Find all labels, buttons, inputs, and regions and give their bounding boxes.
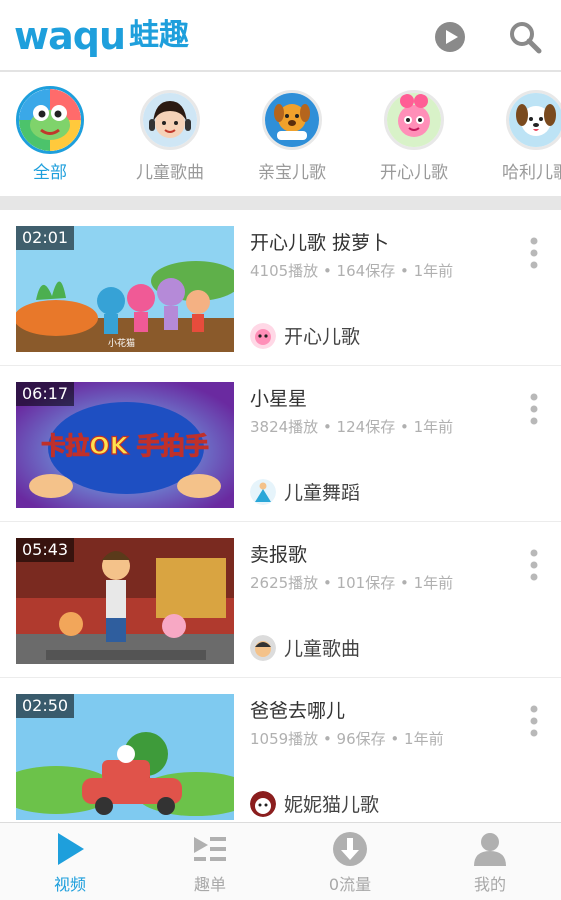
logo-cn-text: 蛙趣 (129, 18, 190, 53)
category-all[interactable]: 全部 (0, 86, 100, 183)
channel-name: 妮妮猫儿歌 (284, 794, 380, 816)
category-avatar (384, 90, 444, 150)
video-channel[interactable]: 妮妮猫儿歌 (250, 790, 379, 817)
nav-tab-me[interactable]: 我的 (420, 831, 560, 895)
video-duration: 02:01 (16, 226, 75, 250)
more-options-icon[interactable] (524, 548, 544, 582)
more-options-icon[interactable] (524, 392, 544, 426)
video-title[interactable]: 卖报歌 (250, 540, 307, 567)
video-duration: 06:17 (16, 382, 75, 406)
category-strip: 全部 儿童歌曲 亲宝儿歌 开心儿歌 哈利儿 (0, 72, 561, 196)
waqu-logo[interactable]: waqu 蛙趣 (14, 14, 189, 58)
category-label: 儿童歌曲 (136, 163, 204, 183)
frog-icon (19, 89, 81, 151)
video-row[interactable]: 卡拉OK 手拍手 06:17 小星星 3824播放 • 124保存 • 1年前 … (0, 366, 561, 522)
category-avatar (16, 86, 84, 154)
category-label: 亲宝儿歌 (258, 163, 326, 183)
video-duration: 05:43 (16, 538, 75, 562)
girl-avatar-icon (143, 93, 197, 147)
more-options-icon[interactable] (524, 704, 544, 738)
video-title[interactable]: 开心儿歌 拔萝卜 (250, 228, 389, 255)
video-row[interactable]: 05:43 卖报歌 2625播放 • 101保存 • 1年前 儿童歌曲 (0, 522, 561, 678)
channel-name: 开心儿歌 (284, 326, 361, 348)
channel-avatar-icon (250, 634, 276, 661)
channel-avatar-icon (250, 322, 276, 349)
channel-name: 儿童舞蹈 (284, 482, 361, 504)
video-list: 小花猫 02:01 开心儿歌 拔萝卜 4105播放 • 164保存 • 1年前 … (0, 210, 561, 822)
category-harry-songs[interactable]: 哈利儿歌 (486, 90, 561, 183)
play-icon (58, 833, 84, 865)
video-duration: 02:50 (16, 694, 75, 718)
category-avatar (262, 90, 322, 150)
nav-label: 视频 (53, 875, 86, 894)
download-icon (333, 832, 367, 866)
video-meta: 3824播放 • 124保存 • 1年前 (250, 418, 454, 436)
search-icon[interactable] (508, 20, 542, 54)
section-divider (0, 196, 561, 210)
video-thumbnail[interactable]: 05:43 (16, 538, 234, 664)
play-circle-icon[interactable] (433, 20, 467, 54)
dog-avatar-icon (509, 93, 561, 147)
video-row[interactable]: 02:50 爸爸去哪儿 1059播放 • 96保存 • 1年前 妮妮猫儿歌 (0, 678, 561, 822)
video-title[interactable]: 爸爸去哪儿 (250, 696, 345, 723)
video-row[interactable]: 小花猫 02:01 开心儿歌 拔萝卜 4105播放 • 164保存 • 1年前 … (0, 210, 561, 366)
category-label: 哈利儿歌 (502, 163, 561, 183)
more-options-icon[interactable] (524, 236, 544, 270)
nav-label: 我的 (473, 875, 506, 894)
channel-name: 儿童歌曲 (284, 638, 361, 660)
category-qinbao-songs[interactable]: 亲宝儿歌 (242, 90, 342, 183)
category-children-songs[interactable]: 儿童歌曲 (120, 90, 220, 183)
video-meta: 4105播放 • 164保存 • 1年前 (250, 262, 454, 280)
logo-latin-text: waqu (14, 14, 126, 58)
video-meta: 2625播放 • 101保存 • 1年前 (250, 574, 454, 592)
video-meta: 1059播放 • 96保存 • 1年前 (250, 730, 444, 748)
category-avatar (506, 90, 561, 150)
dancer-channel-icon (250, 478, 276, 505)
video-channel[interactable]: 儿童歌曲 (250, 634, 360, 661)
puppy-avatar-icon (265, 93, 319, 147)
category-label: 全部 (33, 163, 67, 183)
category-happy-songs[interactable]: 开心儿歌 (364, 90, 464, 183)
thumbnail-caption: 小花猫 (108, 337, 135, 349)
bottom-navigation: 视频 趣单 0流量 我的 (0, 822, 561, 900)
video-channel[interactable]: 开心儿歌 (250, 322, 360, 349)
pink-character-icon (387, 93, 441, 147)
nav-label: 趣单 (193, 875, 226, 894)
video-thumbnail[interactable]: 卡拉OK 手拍手 06:17 (16, 382, 234, 508)
nav-label: 0流量 (328, 875, 372, 894)
category-avatar (140, 90, 200, 150)
video-title[interactable]: 小星星 (250, 384, 307, 411)
cat-channel-icon (250, 790, 276, 817)
nav-tab-offline[interactable]: 0流量 (280, 831, 420, 895)
video-thumbnail[interactable]: 02:50 (16, 694, 234, 820)
thumbnail-caption: 卡拉OK 手拍手 (41, 432, 208, 460)
video-channel[interactable]: 儿童舞蹈 (250, 478, 360, 505)
playlist-icon (194, 837, 226, 861)
category-label: 开心儿歌 (380, 163, 448, 183)
nav-tab-playlists[interactable]: 趣单 (140, 831, 280, 895)
nav-tab-videos[interactable]: 视频 (0, 831, 140, 895)
app-header: waqu 蛙趣 (0, 0, 561, 72)
person-icon (474, 833, 506, 866)
video-thumbnail[interactable]: 小花猫 02:01 (16, 226, 234, 352)
